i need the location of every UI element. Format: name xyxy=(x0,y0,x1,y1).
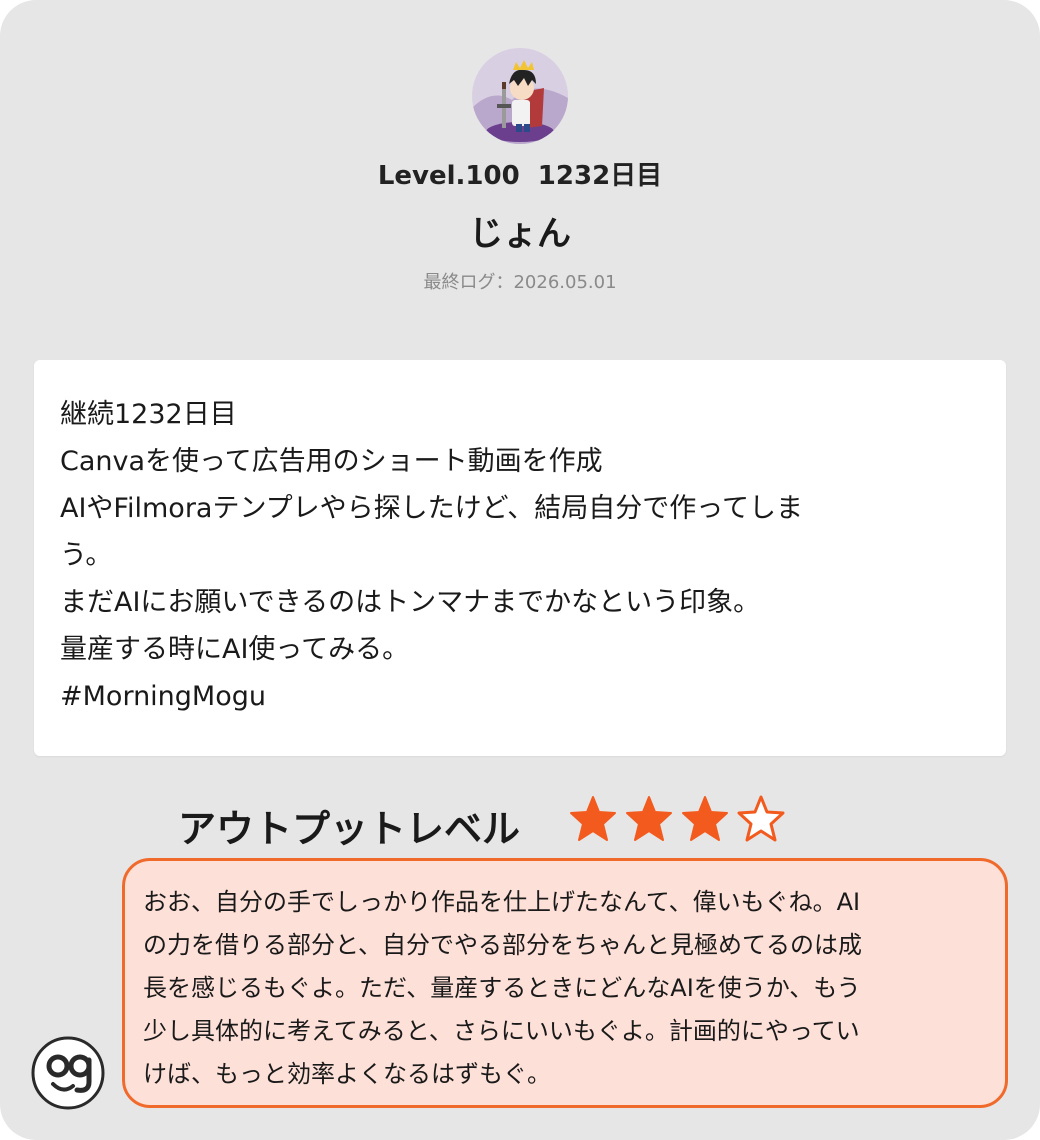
star-icon xyxy=(682,796,728,841)
post-line: AIやFilmoraテンプレやら探したけど、結局自分で作ってしま xyxy=(60,493,803,524)
post-line: まだAIにお願いできるのはトンマナまでかなという印象。 xyxy=(60,587,761,618)
mascot-og-icon xyxy=(31,1036,105,1110)
feedback-bubble: おお、自分の手でしっかり作品を仕上げたなんて、偉いもぐね。AI の力を借りる部分… xyxy=(122,858,1008,1108)
post-line: Canvaを使って広告用のショート動画を作成 xyxy=(60,446,603,477)
feedback-line: けば、もっと効率よくなるはずもぐ。 xyxy=(143,1060,551,1088)
user-name: じょん xyxy=(469,214,571,254)
post-line: 継続1232日目 xyxy=(60,399,237,430)
post-line: 量産する時にAI使ってみる。 xyxy=(60,634,410,665)
feedback-line: 少し具体的に考えてみると、さらにいいもぐよ。計画的にやってい xyxy=(143,1017,860,1045)
star-icon xyxy=(626,796,672,841)
star-icon xyxy=(570,796,616,841)
output-level-label: アウトプットレベル xyxy=(178,807,521,851)
last-log-date: 最終ログ：2026.05.01 xyxy=(423,272,617,293)
star-icon xyxy=(737,795,785,842)
feedback-line: 長を感じるもぐよ。ただ、量産するときにどんなAIを使うか、もう xyxy=(143,974,861,1002)
avatar[interactable] xyxy=(472,48,568,144)
feedback-line: おお、自分の手でしっかり作品を仕上げたなんて、偉いもぐね。AI xyxy=(143,888,861,916)
post-hashtag[interactable]: #MorningMogu xyxy=(60,673,960,720)
profile-card: Level.100 1232日目 じょん 最終ログ：2026.05.01 継続1… xyxy=(0,0,1040,1140)
level-text: Level.100 1232日目 xyxy=(377,161,663,191)
feedback-line: の力を借りる部分と、自分でやる部分をちゃんと見極めてるのは成 xyxy=(143,931,863,959)
post-body: 継続1232日目 Canvaを使って広告用のショート動画を作成 AIやFilmo… xyxy=(34,360,1006,756)
knight-avatar-icon xyxy=(472,48,568,144)
post-line: う。 xyxy=(60,540,113,571)
